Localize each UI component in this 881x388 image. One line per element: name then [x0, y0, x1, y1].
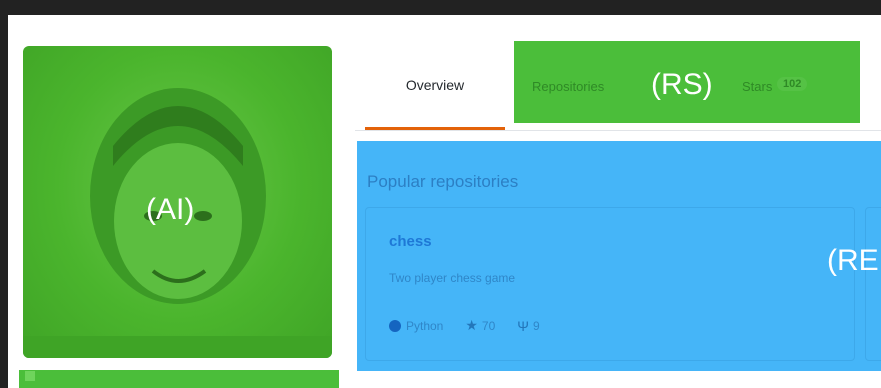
repo-card-partial — [865, 207, 881, 361]
avatar[interactable]: (AI) — [23, 46, 332, 358]
tab-stars[interactable]: Stars — [742, 79, 772, 94]
annotation-marker — [25, 371, 35, 381]
popular-repos-title: Popular repositories — [367, 172, 519, 191]
annotation-strip — [19, 370, 339, 388]
tab-overview[interactable]: Overview — [365, 40, 505, 130]
tabs-divider — [355, 130, 881, 131]
repo-language: Python — [406, 318, 444, 333]
repo-forks[interactable]: 9 — [533, 319, 540, 333]
repo-card: chess Two player chess game Python ★ 70 … — [365, 207, 855, 361]
stars-count-badge: 102 — [777, 77, 808, 91]
star-icon[interactable]: ★ — [465, 317, 478, 334]
avatar-annotation: (AI) — [146, 193, 195, 226]
repos-annotation: (RE — [827, 244, 879, 277]
fork-icon[interactable]: Ψ — [517, 318, 529, 334]
repo-stars[interactable]: 70 — [482, 319, 495, 333]
repo-description: Two player chess game — [389, 271, 516, 285]
tab-repositories[interactable]: Repositories — [532, 79, 604, 94]
repo-tabs-region: Repositories Stars 102 (RS) — [514, 41, 860, 123]
repo-name-link[interactable]: chess — [389, 233, 432, 250]
profile-tabs: Overview Repositories Stars 102 (RS) — [355, 40, 881, 132]
repo-meta: Python ★ 70 Ψ 9 — [389, 317, 540, 334]
repo-tabs-annotation: (RS) — [651, 68, 713, 101]
popular-repos-region: Popular repositories chess Two player ch… — [357, 141, 881, 371]
language-color-dot — [389, 319, 401, 332]
